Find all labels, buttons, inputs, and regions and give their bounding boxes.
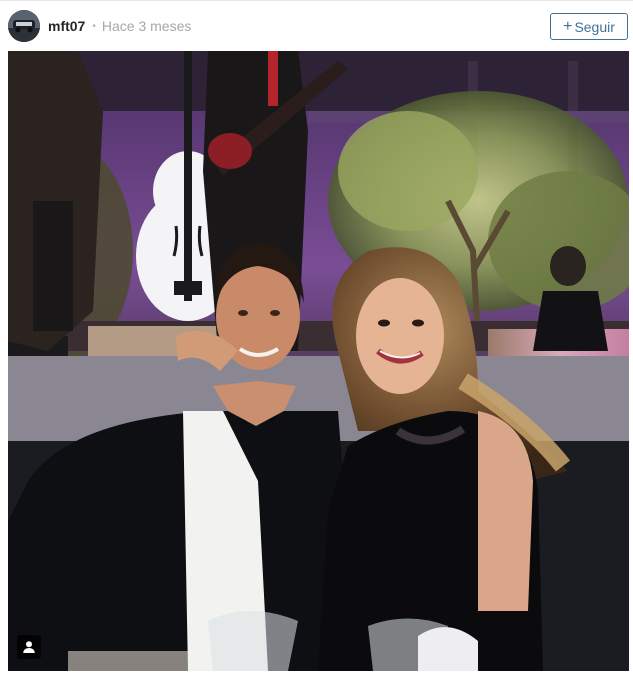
user-tag-icon <box>23 641 35 653</box>
post-header: mft07 • Hace 3 meses + Seguir <box>0 1 633 51</box>
post-photo[interactable] <box>8 51 629 671</box>
username-link[interactable]: mft07 <box>48 18 85 34</box>
follow-label: Seguir <box>574 18 615 35</box>
separator-dot: • <box>92 20 96 32</box>
avatar[interactable] <box>8 10 40 42</box>
follow-button[interactable]: + Seguir <box>550 13 628 40</box>
user-tag-button[interactable] <box>17 635 41 659</box>
photo-image <box>8 51 629 671</box>
plus-icon: + <box>563 17 573 35</box>
instagram-post: mft07 • Hace 3 meses + Seguir <box>0 0 633 673</box>
post-timestamp[interactable]: Hace 3 meses <box>102 18 191 34</box>
avatar-image <box>8 10 40 42</box>
